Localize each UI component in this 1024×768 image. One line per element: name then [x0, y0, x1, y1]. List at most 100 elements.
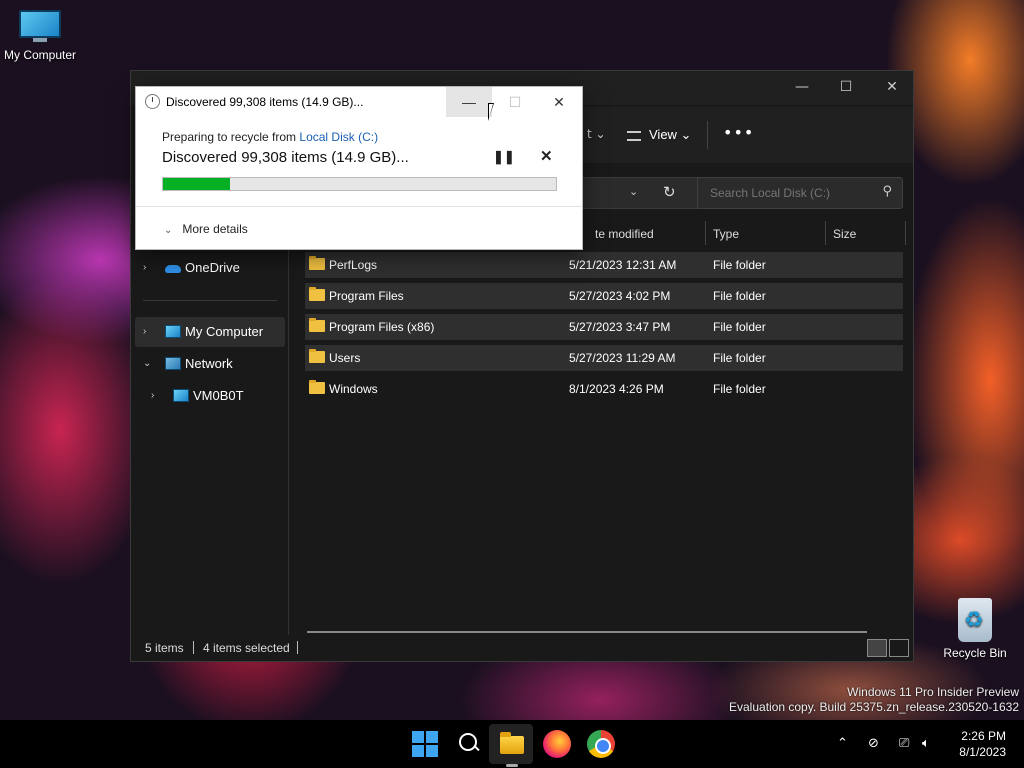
file-date: 5/27/2023 11:29 AM	[569, 351, 676, 365]
tiles-view-button[interactable]	[889, 639, 909, 657]
start-button[interactable]	[411, 730, 439, 758]
clock-date: 8/1/2023	[959, 745, 1006, 759]
file-name: PerfLogs	[329, 258, 378, 272]
column-header-type[interactable]: Type	[713, 227, 739, 241]
search-icon[interactable]: ⚲	[882, 184, 892, 199]
file-name: Program Files (x86)	[329, 320, 435, 334]
desktop-icon-label: My Computer	[3, 48, 77, 62]
source-link[interactable]: Local Disk (C:)	[299, 130, 378, 144]
file-type: File folder	[713, 382, 766, 396]
more-details-toggle[interactable]: ⌄ More details	[164, 222, 248, 236]
file-row-users[interactable]: Users 5/27/2023 11:29 AM File folder	[305, 345, 903, 371]
volume-icon[interactable]: 🔈︎	[922, 736, 930, 751]
column-separator[interactable]	[825, 221, 826, 245]
recycle-progress-dialog: Discovered 99,308 items (14.9 GB)... — ☐…	[135, 86, 583, 250]
dialog-minimize-button[interactable]: —	[446, 87, 492, 117]
file-date: 5/27/2023 3:47 PM	[569, 320, 671, 334]
nav-item-network[interactable]: ⌄ Network	[135, 349, 285, 379]
column-header-size[interactable]: Size	[833, 227, 856, 241]
file-date: 8/1/2023 4:26 PM	[569, 382, 664, 396]
chevron-down-icon: ⌄	[164, 225, 173, 236]
progress-bar	[162, 177, 557, 191]
file-row-program-files-x86[interactable]: Program Files (x86) 5/27/2023 3:47 PM Fi…	[305, 314, 903, 340]
chevron-right-icon[interactable]: ›	[143, 317, 146, 347]
file-name: Windows	[329, 382, 378, 396]
firefox-icon[interactable]	[543, 730, 571, 758]
desktop-icon-my-computer[interactable]: My Computer	[0, 10, 80, 62]
command-bar-divider	[707, 121, 708, 149]
details-view-button[interactable]	[867, 639, 887, 657]
folder-icon	[309, 287, 325, 301]
desktop-icon-label: Recycle Bin	[943, 646, 1007, 660]
clock-time: 2:26 PM	[961, 729, 1006, 743]
file-name: Users	[329, 351, 361, 365]
column-header-date[interactable]: te modified	[595, 227, 654, 241]
preparing-text: Preparing to recycle from Local Disk (C:…	[162, 130, 378, 144]
minimize-button[interactable]: —	[779, 71, 825, 103]
search-icon[interactable]	[455, 730, 483, 758]
file-date: 5/27/2023 4:02 PM	[569, 289, 671, 303]
column-separator[interactable]	[705, 221, 706, 245]
chevron-down-icon[interactable]: ⌄	[629, 185, 638, 198]
status-bar: 5 items 4 items selected	[131, 635, 913, 661]
dialog-close-button[interactable]: ✕	[536, 87, 582, 117]
view-list-icon	[627, 130, 641, 141]
dialog-maximize-button[interactable]: ☐	[492, 87, 538, 117]
file-row-windows[interactable]: Windows 8/1/2023 4:26 PM File folder	[305, 376, 903, 402]
nav-divider	[143, 300, 277, 301]
command-bar-partial-item[interactable]: t ⌄	[587, 127, 606, 141]
maximize-button[interactable]: ☐	[823, 71, 869, 103]
dialog-title-bar[interactable]: Discovered 99,308 items (14.9 GB)... — ☐…	[136, 87, 582, 117]
desktop-icon-recycle-bin[interactable]: Recycle Bin	[935, 598, 1015, 660]
watermark-line-1: Windows 11 Pro Insider Preview	[847, 685, 1019, 699]
nav-item-onedrive[interactable]: › OneDrive	[135, 253, 285, 283]
file-row-program-files[interactable]: Program Files 5/27/2023 4:02 PM File fol…	[305, 283, 903, 309]
item-count: 5 items	[145, 641, 184, 655]
file-row-perflogs[interactable]: PerfLogs 5/21/2023 12:31 AM File folder	[305, 252, 903, 278]
nav-item-vm0b0t[interactable]: › VM0B0T	[143, 381, 285, 411]
nav-item-label: VM0B0T	[193, 388, 244, 403]
view-button[interactable]: View ⌄	[627, 127, 691, 143]
close-button[interactable]: ✕	[869, 71, 915, 103]
system-clock[interactable]: 2:26 PM 8/1/2023	[959, 728, 1006, 760]
folder-icon	[309, 256, 325, 270]
chrome-icon[interactable]	[587, 730, 615, 758]
show-hidden-icons-chevron-icon[interactable]: ⌃	[837, 736, 848, 751]
file-date: 5/21/2023 12:31 AM	[569, 258, 677, 272]
file-explorer-icon[interactable]	[498, 730, 526, 758]
watermark-line-2: Evaluation copy. Build 25375.zn_release.…	[729, 700, 1019, 714]
clock-icon	[145, 94, 160, 109]
os-watermark: Windows 11 Pro Insider Preview Evaluatio…	[729, 685, 1019, 715]
folder-icon	[309, 318, 325, 332]
pause-button[interactable]: ❚❚	[493, 149, 515, 165]
chevron-right-icon[interactable]: ›	[143, 253, 146, 283]
chevron-right-icon[interactable]: ›	[151, 381, 154, 411]
cancel-button[interactable]: ✕	[540, 147, 553, 165]
display-icon[interactable]: ⎚	[899, 736, 909, 751]
computer-icon	[173, 389, 189, 402]
column-separator[interactable]	[905, 221, 906, 245]
command-bar: t ⌄ View ⌄ •••	[583, 107, 913, 163]
nav-item-label: My Computer	[185, 324, 264, 339]
file-name: Program Files	[329, 289, 404, 303]
search-box[interactable]: ⚲	[697, 177, 903, 209]
horizontal-scrollbar[interactable]	[307, 631, 867, 633]
dialog-title: Discovered 99,308 items (14.9 GB)...	[166, 95, 364, 109]
taskbar: ⌃ ⊘ ⎚ 🔈︎ 2:26 PM 8/1/2023	[0, 720, 1024, 768]
chevron-down-icon[interactable]: ⌄	[143, 349, 151, 379]
search-input[interactable]	[710, 186, 870, 200]
more-options-button[interactable]: •••	[723, 123, 754, 142]
file-type: File folder	[713, 289, 766, 303]
refresh-icon[interactable]: ↻	[663, 183, 676, 201]
view-button-label: View ⌄	[649, 127, 692, 142]
network-disconnected-icon[interactable]: ⊘	[868, 736, 879, 751]
folder-icon	[309, 380, 325, 394]
navigation-pane: › OneDrive › My Computer ⌄ Network › VM0…	[131, 221, 289, 635]
running-indicator	[506, 764, 518, 767]
nav-item-label: OneDrive	[185, 260, 240, 275]
file-type: File folder	[713, 351, 766, 365]
folder-icon	[309, 349, 325, 363]
nav-item-label: Network	[185, 356, 233, 371]
nav-item-my-computer[interactable]: › My Computer	[135, 317, 285, 347]
onedrive-icon	[165, 265, 181, 273]
